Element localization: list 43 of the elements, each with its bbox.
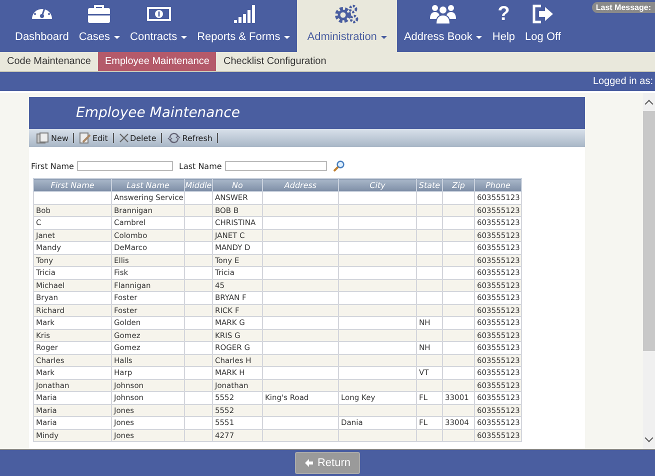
filter-label: First Name: [31, 162, 74, 170]
scrollbar-thumb[interactable]: [643, 111, 655, 351]
toolbar-button[interactable]: Edit: [79, 132, 108, 144]
nav-menu-item[interactable]: Log Off: [520, 0, 566, 52]
left-arrow-icon: [304, 458, 314, 468]
help-icon: ?: [498, 3, 510, 25]
delete-icon: [118, 133, 129, 143]
sub-nav-tab[interactable]: Employee Maintenance: [98, 52, 216, 71]
search-icon[interactable]: [332, 160, 345, 172]
refresh-icon: [167, 132, 182, 144]
toolbar-button[interactable]: New: [36, 132, 68, 144]
caret-icon: [284, 36, 290, 38]
scrollbar[interactable]: [643, 93, 655, 449]
nav-menu-item[interactable]: Cases: [74, 0, 126, 52]
nav-menu-item[interactable]: Dashboard: [10, 0, 74, 52]
sub-nav-tab[interactable]: Code Maintenance: [0, 52, 98, 71]
nav-menu-item[interactable]: Administration: [297, 0, 397, 52]
logged-in-text: Logged in as:: [592, 76, 653, 87]
toolbar-button[interactable]: Refresh: [167, 132, 212, 144]
exit-arrow-icon: [532, 4, 554, 24]
sub-nav-tab[interactable]: Checklist Configuration: [216, 52, 334, 71]
pages-icon: [36, 132, 50, 144]
caret-icon: [181, 36, 188, 38]
caret-icon: [476, 36, 482, 38]
nav-menu-item[interactable]: Reports & Forms: [192, 0, 296, 52]
filter-field[interactable]: [224, 161, 327, 171]
filter-label: Last Name: [178, 162, 222, 170]
panel-title: Employee Maintenance: [76, 105, 240, 121]
gears-icon: [334, 3, 360, 25]
last-message-badge: Last Message:: [592, 2, 655, 13]
nav-menu-item[interactable]: ? Help: [487, 0, 520, 52]
filter-field[interactable]: [76, 161, 173, 171]
briefcase-icon: [87, 4, 112, 24]
caret-icon: [114, 36, 120, 38]
banknote-icon: [146, 4, 172, 24]
nav-menu-item[interactable]: Address Book: [398, 0, 488, 52]
people-icon: [429, 3, 458, 25]
edit-icon: [79, 132, 92, 144]
nav-menu-item[interactable]: Contracts: [125, 0, 192, 52]
gauge-icon: [30, 8, 54, 20]
toolbar-button[interactable]: Delete: [118, 133, 156, 143]
caret-icon: [380, 36, 387, 38]
signal-bars-icon: [232, 4, 255, 24]
